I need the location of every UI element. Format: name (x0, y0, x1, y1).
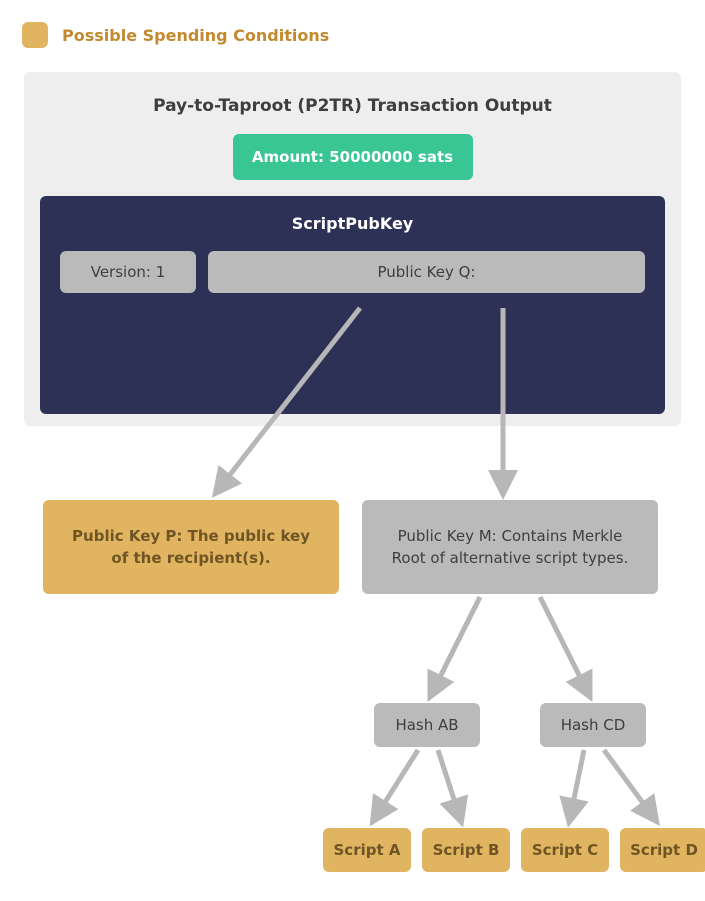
node-script-d: Script D (620, 828, 705, 872)
legend-label: Possible Spending Conditions (62, 26, 329, 45)
version-box: Version: 1 (60, 251, 196, 293)
node-script-c: Script C (521, 828, 609, 872)
card-title: Pay-to-Taproot (P2TR) Transaction Output (24, 72, 681, 116)
diagram-root: Possible Spending Conditions Pay-to-Tapr… (0, 0, 705, 901)
node-script-a: Script A (323, 828, 411, 872)
scriptpubkey-row: Version: 1 Public Key Q: (60, 251, 645, 293)
node-pubkey-p: Public Key P: The public key of the reci… (43, 500, 339, 594)
node-hash-ab: Hash AB (374, 703, 480, 747)
output-card: Pay-to-Taproot (P2TR) Transaction Output… (24, 72, 681, 426)
scriptpubkey-box: ScriptPubKey Version: 1 Public Key Q: (40, 196, 665, 414)
node-script-b: Script B (422, 828, 510, 872)
legend-swatch (22, 22, 48, 48)
node-pubkey-m: Public Key M: Contains Merkle Root of al… (362, 500, 658, 594)
scriptpubkey-label: ScriptPubKey (60, 214, 645, 233)
amount-box: Amount: 50000000 sats (233, 134, 473, 180)
pubkey-q-box: Public Key Q: (208, 251, 645, 293)
node-hash-cd: Hash CD (540, 703, 646, 747)
legend: Possible Spending Conditions (22, 22, 329, 48)
